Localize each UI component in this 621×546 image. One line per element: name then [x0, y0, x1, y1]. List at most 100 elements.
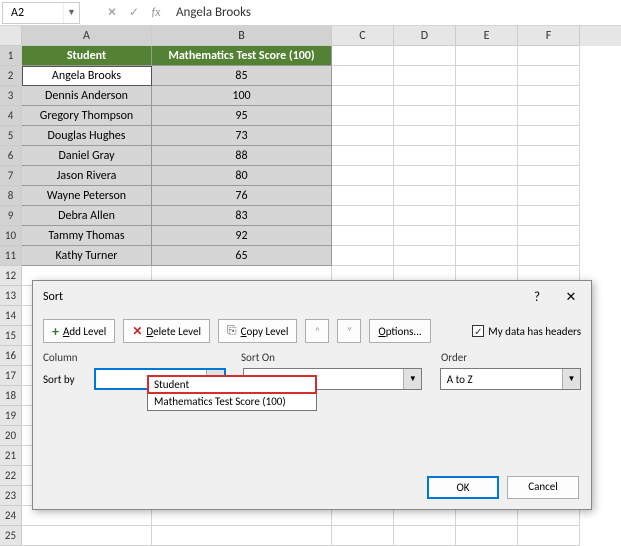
row-header[interactable]: 21 [0, 446, 22, 466]
cell[interactable] [394, 186, 456, 206]
cell[interactable] [152, 526, 332, 546]
cell[interactable]: Douglas Hughes [22, 126, 152, 146]
cell[interactable] [394, 146, 456, 166]
cell[interactable]: Wayne Peterson [22, 186, 152, 206]
row-header[interactable]: 22 [0, 466, 22, 486]
cell[interactable] [518, 206, 580, 226]
cell[interactable] [332, 106, 394, 126]
cell[interactable] [518, 146, 580, 166]
row-header[interactable]: 14 [0, 306, 22, 326]
row-header[interactable]: 15 [0, 326, 22, 346]
row-header[interactable]: 13 [0, 286, 22, 306]
cell[interactable] [456, 126, 518, 146]
close-icon[interactable]: ✕ [561, 287, 581, 307]
row-header[interactable]: 8 [0, 186, 22, 206]
cell[interactable] [332, 246, 394, 266]
order-combo[interactable]: A to Z ▼ [440, 368, 581, 390]
row-header[interactable]: 2 [0, 66, 22, 86]
add-level-button[interactable]: +Add Level [43, 319, 115, 343]
row-header[interactable]: 9 [0, 206, 22, 226]
cell[interactable]: Jason Rivera [22, 166, 152, 186]
name-box[interactable]: A2 ▼ [2, 2, 80, 24]
cell[interactable] [332, 226, 394, 246]
col-header-d[interactable]: D [394, 26, 456, 46]
options-button[interactable]: Options... [369, 319, 430, 343]
cell[interactable]: 76 [152, 186, 332, 206]
cell[interactable]: Student [22, 46, 152, 66]
dropdown-item-math[interactable]: Mathematics Test Score (100) [148, 393, 316, 410]
cell[interactable]: 83 [152, 206, 332, 226]
row-header[interactable]: 3 [0, 86, 22, 106]
cell[interactable] [332, 86, 394, 106]
cell[interactable]: 92 [152, 226, 332, 246]
cell[interactable]: 88 [152, 146, 332, 166]
cell[interactable] [518, 86, 580, 106]
cell[interactable] [394, 166, 456, 186]
cell[interactable] [518, 66, 580, 86]
cell[interactable] [22, 526, 152, 546]
cell[interactable] [394, 126, 456, 146]
cell[interactable]: Daniel Gray [22, 146, 152, 166]
col-header-e[interactable]: E [456, 26, 518, 46]
cell[interactable] [332, 166, 394, 186]
headers-checkbox[interactable]: ✓ My data has headers [472, 325, 581, 338]
col-header-f[interactable]: F [518, 26, 580, 46]
row-header[interactable]: 23 [0, 486, 22, 506]
row-header[interactable]: 24 [0, 506, 22, 526]
row-header[interactable]: 1 [0, 46, 22, 66]
row-header[interactable]: 6 [0, 146, 22, 166]
enter-formula-icon[interactable]: ✓ [124, 3, 144, 23]
col-header-c[interactable]: C [332, 26, 394, 46]
move-down-button[interactable]: ˅ [337, 319, 361, 343]
row-header[interactable]: 12 [0, 266, 22, 286]
cell[interactable] [456, 186, 518, 206]
fx-icon[interactable]: fx [146, 3, 166, 23]
cell[interactable] [518, 106, 580, 126]
help-icon[interactable]: ? [527, 287, 547, 307]
cell[interactable] [518, 526, 580, 546]
cell[interactable]: Debra Allen [22, 206, 152, 226]
row-header[interactable]: 19 [0, 406, 22, 426]
cell[interactable] [456, 66, 518, 86]
row-header[interactable]: 7 [0, 166, 22, 186]
cell[interactable] [456, 246, 518, 266]
cell[interactable] [394, 86, 456, 106]
cell[interactable] [332, 126, 394, 146]
cell[interactable] [456, 146, 518, 166]
delete-level-button[interactable]: ✕Delete Level [123, 319, 210, 343]
cell[interactable]: Tammy Thomas [22, 226, 152, 246]
cell[interactable] [456, 226, 518, 246]
cell[interactable] [518, 246, 580, 266]
cell[interactable] [456, 526, 518, 546]
cell[interactable]: Mathematics Test Score (100) [152, 46, 332, 66]
row-header[interactable]: 16 [0, 346, 22, 366]
cell[interactable]: 80 [152, 166, 332, 186]
cell[interactable] [518, 226, 580, 246]
dropdown-item-student[interactable]: Student [148, 376, 316, 393]
formula-value[interactable]: Angela Brooks [176, 5, 251, 20]
cancel-button[interactable]: Cancel [507, 476, 579, 499]
cell[interactable] [332, 526, 394, 546]
cell[interactable]: 100 [152, 86, 332, 106]
cell[interactable] [456, 86, 518, 106]
cell[interactable] [456, 206, 518, 226]
cell[interactable] [332, 206, 394, 226]
cell[interactable] [394, 226, 456, 246]
row-header[interactable]: 20 [0, 426, 22, 446]
ok-button[interactable]: OK [427, 476, 499, 499]
cancel-formula-icon[interactable]: ✕ [102, 3, 122, 23]
cell[interactable] [332, 66, 394, 86]
cell[interactable]: 85 [152, 66, 332, 86]
cell[interactable]: Kathy Turner [22, 246, 152, 266]
cell[interactable]: Angela Brooks [22, 66, 152, 86]
col-header-a[interactable]: A [22, 26, 152, 46]
select-all-corner[interactable] [0, 26, 22, 46]
cell[interactable] [518, 46, 580, 66]
cell[interactable] [332, 46, 394, 66]
cell[interactable] [518, 186, 580, 206]
cell[interactable] [518, 166, 580, 186]
cell[interactable] [518, 126, 580, 146]
copy-level-button[interactable]: ⎘Copy Level [218, 319, 297, 343]
cell[interactable] [456, 166, 518, 186]
row-header[interactable]: 25 [0, 526, 22, 546]
